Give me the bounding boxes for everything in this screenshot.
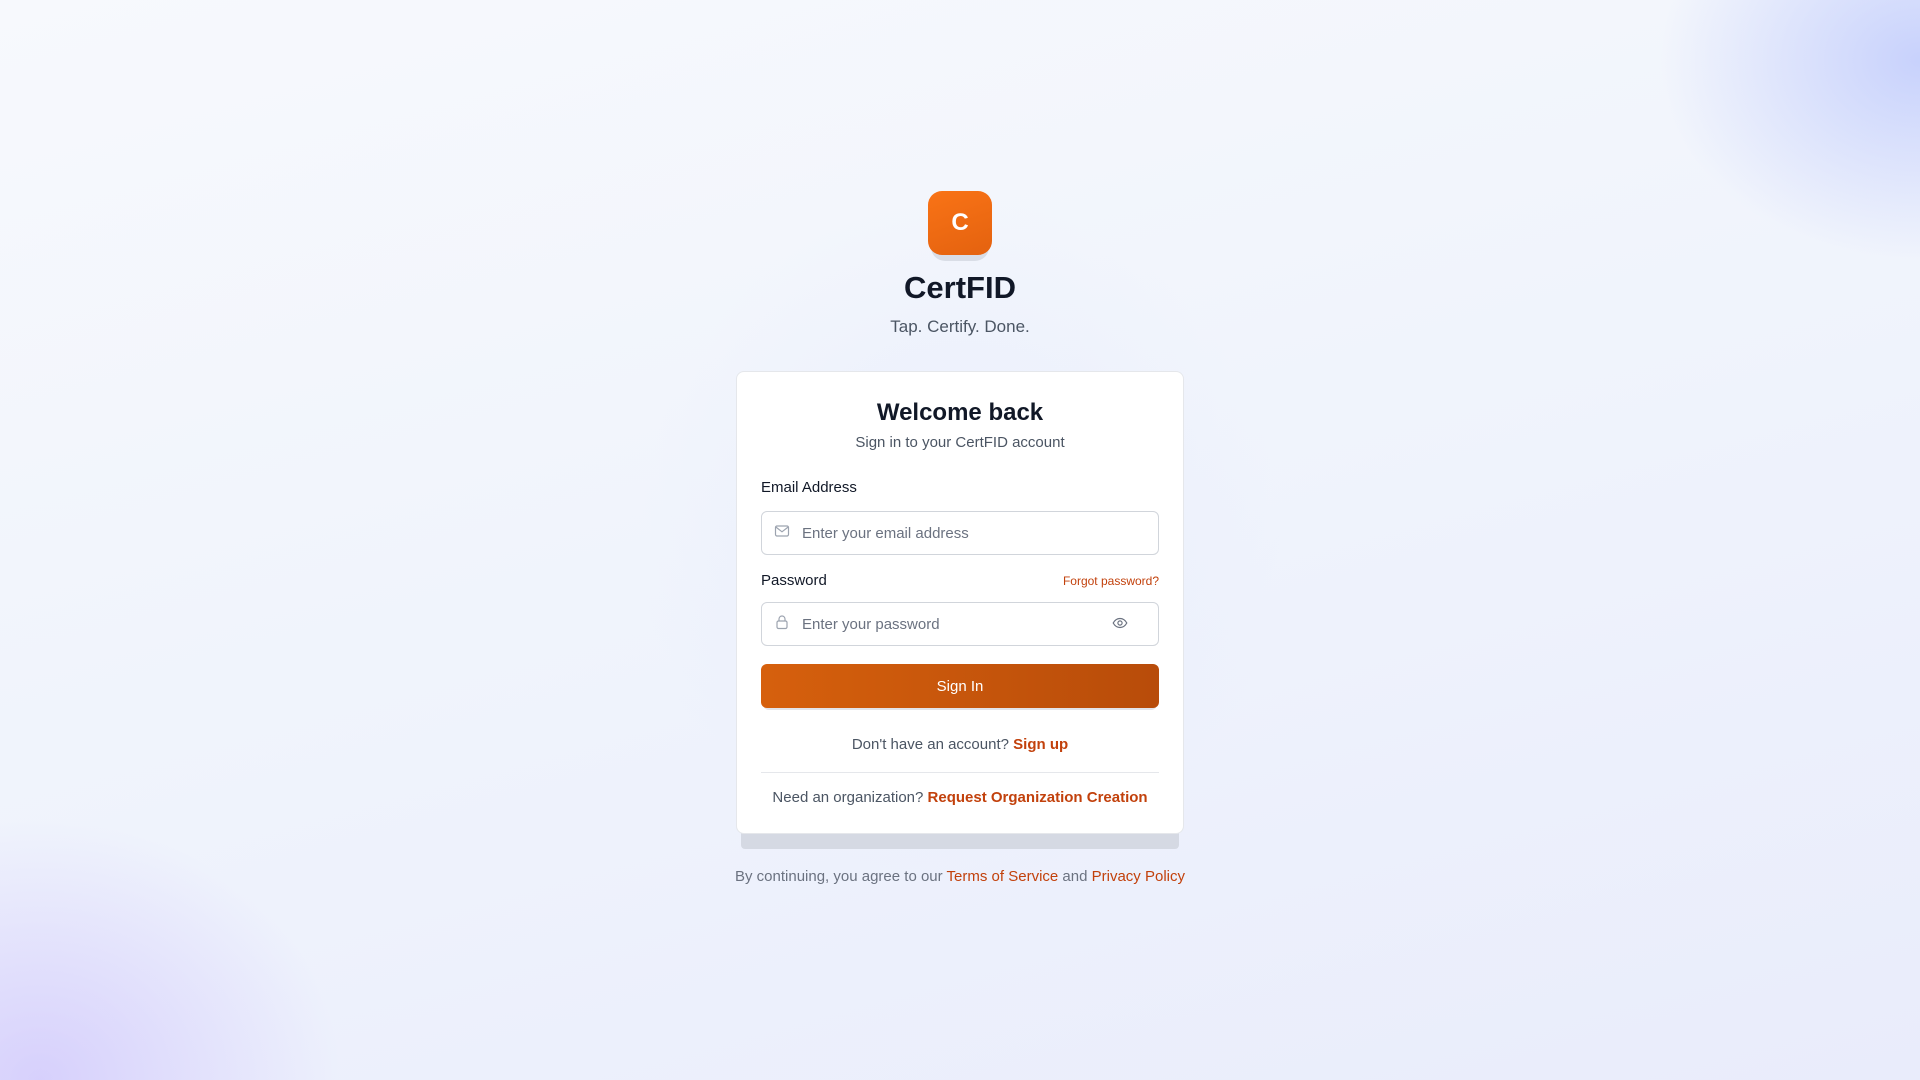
sign-up-link[interactable]: Sign up xyxy=(1013,736,1068,753)
email-field xyxy=(761,511,1159,555)
divider xyxy=(761,772,1159,773)
password-field xyxy=(761,602,1159,646)
sign-in-button[interactable]: Sign In xyxy=(761,664,1159,708)
legal-footer: By continuing, you agree to our Terms of… xyxy=(0,868,1920,885)
forgot-password-link[interactable]: Forgot password? xyxy=(1063,574,1159,588)
lock-icon xyxy=(774,614,790,630)
signup-prompt: Don't have an account? xyxy=(851,736,1009,753)
email-label: Email Address xyxy=(761,479,857,496)
password-label: Password xyxy=(761,572,827,589)
privacy-link[interactable]: Privacy Policy xyxy=(1092,868,1185,885)
organization-prompt: Need an organization? xyxy=(772,789,924,806)
signup-prompt-line: Don't have an account? Sign up xyxy=(737,736,1183,753)
mail-icon xyxy=(774,523,790,539)
card-subtitle: Sign in to your CertFID account xyxy=(855,434,1065,451)
card-title: Welcome back xyxy=(876,399,1044,426)
logo-badge: C xyxy=(928,191,992,255)
logo: C xyxy=(928,191,992,263)
email-input[interactable] xyxy=(802,512,1102,554)
footer-joiner: and xyxy=(1062,868,1088,885)
login-card: Welcome back Sign in to your CertFID acc… xyxy=(736,371,1184,834)
request-organization-link[interactable]: Request Organization Creation xyxy=(928,789,1148,806)
organization-prompt-line: Need an organization? Request Organizati… xyxy=(737,789,1183,806)
eye-icon[interactable] xyxy=(1112,615,1128,631)
logo-letter: C xyxy=(951,209,969,236)
footer-prefix: By continuing, you agree to our xyxy=(735,868,943,885)
app-tagline: Tap. Certify. Done. xyxy=(890,317,1030,336)
password-input[interactable] xyxy=(802,603,1102,645)
app-name: CertFID xyxy=(904,270,1016,305)
terms-link[interactable]: Terms of Service xyxy=(947,868,1059,885)
